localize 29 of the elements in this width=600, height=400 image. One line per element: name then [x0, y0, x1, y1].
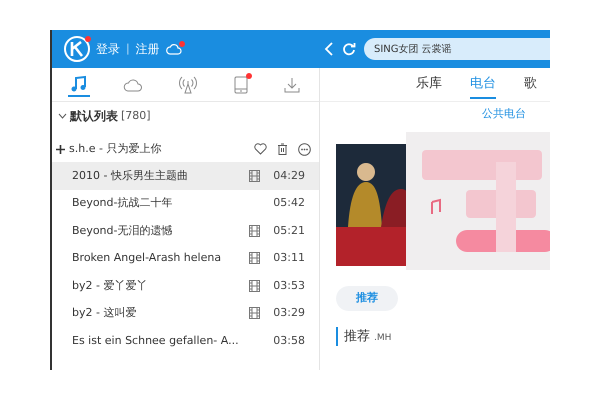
- heart-icon[interactable]: [254, 143, 267, 155]
- playlist-count: [780]: [121, 108, 151, 124]
- nav-tab[interactable]: 电台: [470, 70, 496, 100]
- search-field[interactable]: SING女团 云裳谣: [364, 38, 550, 60]
- logo-icon[interactable]: [64, 36, 90, 62]
- separator: |: [126, 40, 130, 57]
- film-icon[interactable]: [249, 252, 260, 264]
- film-icon[interactable]: [249, 170, 260, 182]
- film-icon[interactable]: [249, 307, 260, 320]
- cloud-icon[interactable]: [166, 43, 182, 55]
- login-link[interactable]: 登录: [96, 40, 120, 58]
- nav-tab[interactable]: 歌: [524, 70, 537, 100]
- song-title: s.h.e - 只为爱上你: [69, 140, 162, 157]
- phone-icon[interactable]: [232, 74, 250, 96]
- chevron-icon[interactable]: [58, 113, 67, 119]
- public-radio-link[interactable]: 公共电台: [482, 107, 526, 120]
- more-icon[interactable]: [298, 142, 311, 156]
- section-subtitle: .MH: [374, 332, 392, 344]
- refresh-icon[interactable]: [342, 42, 356, 56]
- playlist-title[interactable]: 默认列表: [70, 107, 118, 125]
- trash-icon[interactable]: [277, 143, 288, 155]
- song-row[interactable]: 2010 - 快乐男生主题曲 04:29: [52, 162, 319, 190]
- back-icon[interactable]: [324, 42, 334, 56]
- add-icon[interactable]: [56, 142, 65, 156]
- register-link[interactable]: 注册: [136, 40, 160, 58]
- nav-tab[interactable]: 乐库: [416, 70, 442, 100]
- film-icon[interactable]: [249, 280, 260, 292]
- film-icon[interactable]: [249, 224, 260, 237]
- section-title: 推荐: [336, 326, 370, 346]
